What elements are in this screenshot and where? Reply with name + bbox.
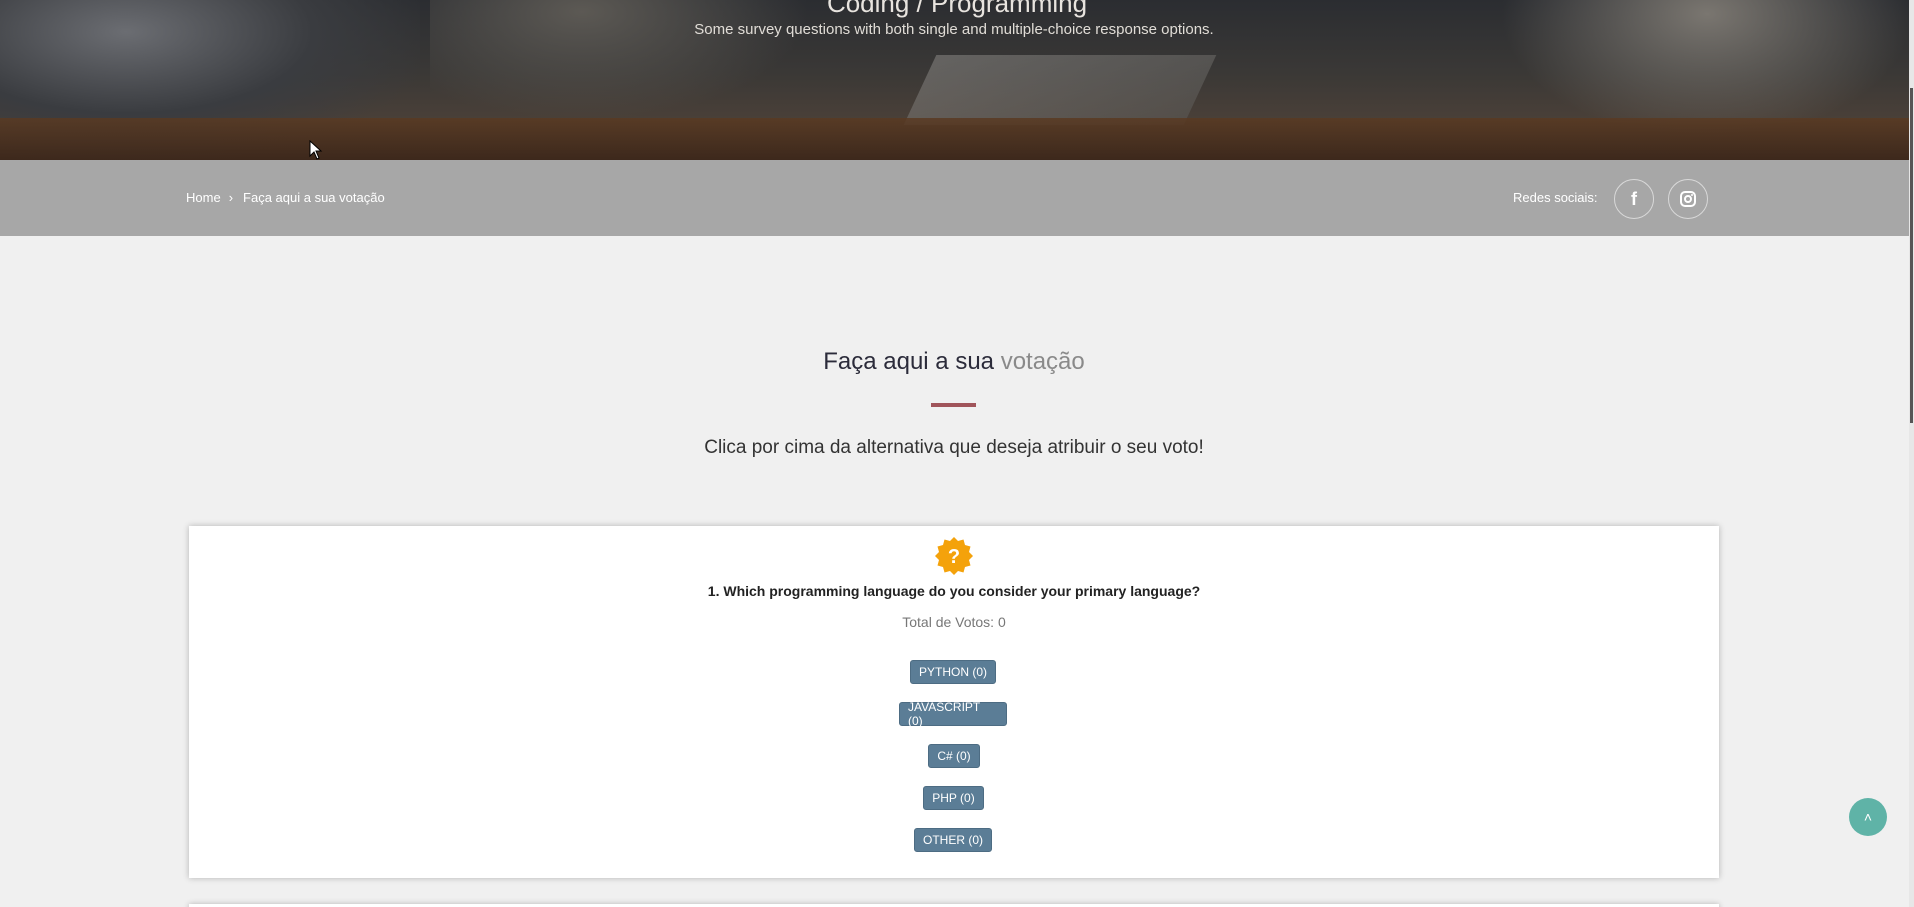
hero-laptop-shape xyxy=(903,55,1217,125)
back-to-top-button[interactable]: ˄ xyxy=(1849,798,1887,836)
section-divider xyxy=(931,403,976,407)
page-scrollbar[interactable] xyxy=(1909,0,1914,907)
instagram-icon xyxy=(1680,191,1696,207)
breadcrumb-current: Faça aqui a sua votação xyxy=(243,190,385,205)
mouse-cursor-icon xyxy=(309,140,323,160)
section-title-accent: votação xyxy=(1000,348,1085,375)
social-label: Redes sociais: xyxy=(1513,190,1598,205)
facebook-button[interactable]: f xyxy=(1614,179,1654,219)
section-title-main: Faça aqui a sua xyxy=(823,348,995,375)
hero-banner: Coding / Programming Some survey questio… xyxy=(0,0,1914,160)
question-card: ? 1. Which programming language do you c… xyxy=(189,526,1719,878)
instagram-button[interactable] xyxy=(1668,179,1708,219)
breadcrumb-home-link[interactable]: Home xyxy=(186,190,221,205)
hero-title: Coding / Programming xyxy=(826,0,1088,18)
option-button-python[interactable]: PYTHON (0) xyxy=(910,660,996,684)
section-subtitle: Clica por cima da alternativa que deseja… xyxy=(704,437,1204,458)
question-text: 1. Which programming language do you con… xyxy=(707,583,1201,599)
option-button-other[interactable]: OTHER (0) xyxy=(914,828,992,852)
hero-table-shape xyxy=(0,118,1914,160)
svg-text:?: ? xyxy=(948,546,960,568)
option-button-csharp[interactable]: C# (0) xyxy=(928,744,980,768)
chevron-up-icon: ˄ xyxy=(1863,809,1873,825)
option-button-javascript[interactable]: JAVASCRIPT (0) xyxy=(899,700,1007,728)
question-badge-icon: ? xyxy=(935,537,973,575)
option-button-php[interactable]: PHP (0) xyxy=(923,786,984,810)
chevron-right-icon: › xyxy=(228,190,234,205)
breadcrumb: Home › Faça aqui a sua votação xyxy=(186,190,385,205)
section-title: Faça aqui a sua votação xyxy=(0,348,1908,376)
vote-total: Total de Votos: 0 xyxy=(902,614,1006,630)
facebook-icon: f xyxy=(1631,188,1637,209)
breadcrumb-bar: Home › Faça aqui a sua votação Redes soc… xyxy=(0,160,1909,236)
hero-subtitle: Some survey questions with both single a… xyxy=(694,21,1214,38)
scrollbar-thumb[interactable] xyxy=(1910,88,1913,423)
